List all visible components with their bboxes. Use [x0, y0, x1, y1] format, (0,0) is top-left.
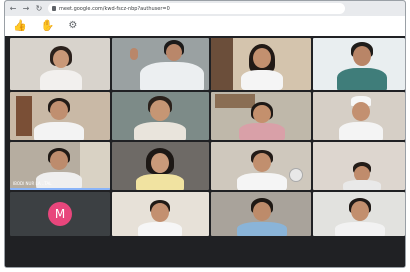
avatar: M	[48, 202, 72, 226]
participant-tile[interactable]	[211, 142, 311, 190]
reload-icon[interactable]: ↻	[35, 1, 43, 16]
participant-tile[interactable]	[313, 38, 405, 90]
participant-tile[interactable]	[112, 92, 209, 140]
participant-tile[interactable]	[313, 192, 405, 236]
participant-name: IBODI NUR LA ..TAL	[13, 181, 52, 186]
participant-tile[interactable]	[211, 38, 311, 90]
address-bar[interactable]: meet.google.com/kwd-fscz-nbp?authuser=0	[48, 3, 345, 14]
participant-tile[interactable]	[112, 142, 209, 190]
forward-icon[interactable]: →	[22, 1, 30, 16]
reaction-bar: 👍 ✋ ⚙	[5, 16, 405, 36]
back-icon[interactable]: ←	[9, 1, 17, 16]
gear-icon[interactable]: ⚙	[68, 16, 77, 36]
lock-icon	[52, 6, 56, 11]
video-grid: M IBODI NUR LA ..TAL	[5, 36, 405, 267]
participant-tile[interactable]	[112, 38, 209, 90]
participant-tile[interactable]	[10, 38, 110, 90]
browser-toolbar: ← → ↻ meet.google.com/kwd-fscz-nbp?authu…	[5, 1, 405, 16]
thumbs-up-icon[interactable]: 👍	[13, 16, 27, 36]
raised-hand-icon[interactable]: ✋	[41, 16, 55, 36]
participant-tile[interactable]	[211, 192, 311, 236]
browser-window: ← → ↻ meet.google.com/kwd-fscz-nbp?authu…	[4, 0, 406, 268]
participant-tile[interactable]	[211, 92, 311, 140]
participant-tile[interactable]	[313, 92, 405, 140]
active-speaker-indicator	[10, 188, 110, 190]
participant-tile[interactable]: M	[10, 192, 110, 236]
participant-tile[interactable]	[313, 142, 405, 190]
active-speaker-label-area: IBODI NUR LA ..TAL	[10, 142, 110, 190]
url-text: meet.google.com/kwd-fscz-nbp?authuser=0	[59, 5, 170, 12]
participant-tile[interactable]	[10, 92, 110, 140]
participant-tile[interactable]	[112, 192, 209, 236]
